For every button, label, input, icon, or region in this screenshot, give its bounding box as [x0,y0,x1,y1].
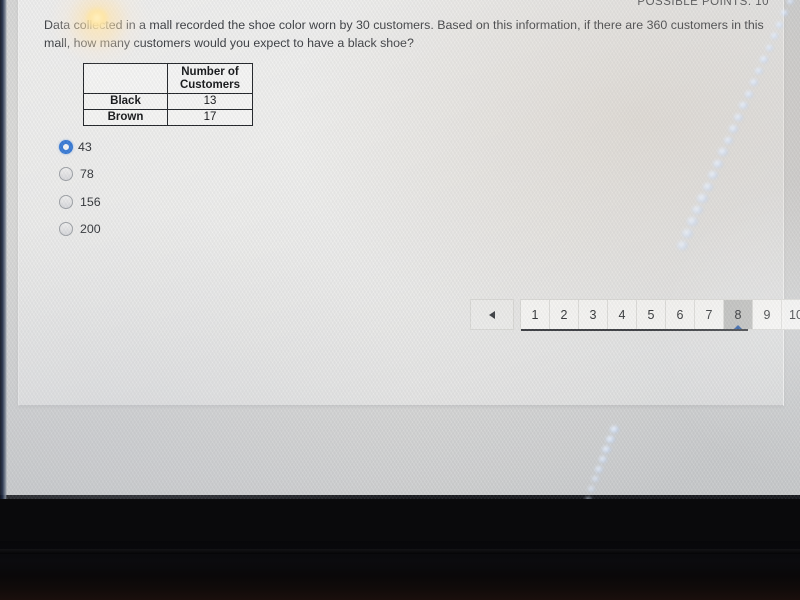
radio-button-icon[interactable] [59,222,73,237]
answer-choice-2[interactable]: 156 [59,188,101,216]
page-button-6[interactable]: 6 [666,300,695,329]
answer-choice-3[interactable]: 200 [59,216,101,244]
answer-choice-label: 156 [80,194,101,209]
table-header-line1: Number of [181,66,239,78]
page-button-10[interactable]: 10 [782,300,800,329]
triangle-left-icon [489,310,495,319]
table-row-label: Black [83,93,168,110]
bezel-hinge-highlight [0,549,800,554]
page-button-4[interactable]: 4 [608,300,637,329]
question-card: POSSIBLE POINTS: 10 Data collected in a … [18,0,784,406]
table-header-line2: Customers [179,78,241,91]
page-button-2[interactable]: 2 [550,300,579,329]
page-button-7[interactable]: 7 [695,300,724,329]
page-button-3[interactable]: 3 [579,300,608,329]
radio-button-icon[interactable] [59,194,73,209]
table-header-row: Number of Customers [83,63,253,94]
table-row: Black 13 [83,93,253,110]
laptop-bezel [0,541,800,600]
answer-choice-label: 43 [78,139,92,154]
radio-button-icon[interactable] [59,139,73,154]
answer-choice-label: 200 [80,222,101,237]
answer-choices: 43 78 156 200 [59,133,101,243]
laptop-screen-photo: POSSIBLE POINTS: 10 Data collected in a … [0,0,800,600]
answer-choice-1[interactable]: 78 [59,161,101,189]
table-header-customers: Number of Customers [167,63,253,94]
possible-points-label: POSSIBLE POINTS: 10 [637,0,769,8]
pagination-bar: 1 2 3 4 5 6 7 8 9 10 [470,299,800,331]
radio-button-icon[interactable] [59,167,73,182]
table-row: Brown 17 [83,109,253,126]
question-text: Data collected in a mall recorded the sh… [44,18,764,50]
page-button-5[interactable]: 5 [637,300,666,329]
page-button-9[interactable]: 9 [753,300,782,329]
page-progress-underline [521,329,748,331]
shoe-color-data-table: Number of Customers Black 13 Brown 17 [83,63,253,126]
table-row-value: 13 [167,93,253,110]
table-corner-cell [83,63,168,94]
answer-choice-0[interactable]: 43 [59,133,101,161]
screen-area: POSSIBLE POINTS: 10 Data collected in a … [0,0,800,499]
table-row-value: 17 [167,109,253,126]
page-footer: English Support | Schoology Blog | PRIVA… [0,495,800,499]
page-button-1[interactable]: 1 [521,300,550,329]
answer-choice-label: 78 [80,167,94,182]
page-button-8-active[interactable]: 8 [724,300,753,329]
previous-page-button[interactable] [470,299,514,330]
page-number-list: 1 2 3 4 5 6 7 8 9 10 [520,299,800,331]
table-row-label: Brown [83,109,168,126]
screen-left-edge-strip [0,0,7,499]
